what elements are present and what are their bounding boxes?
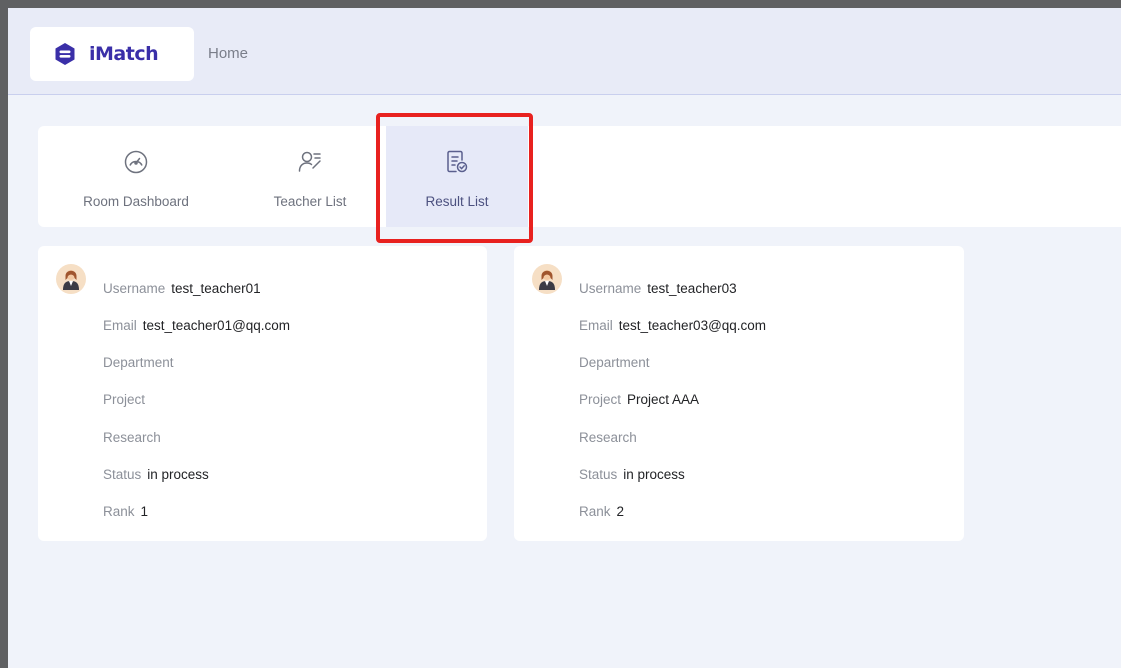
rank-row: Rank 2: [579, 504, 625, 519]
brand-name: iMatch: [89, 43, 159, 65]
result-list-icon: [447, 150, 468, 173]
avatar: [532, 264, 562, 294]
research-row: Research: [579, 430, 637, 445]
status-row: Status in process: [579, 467, 685, 482]
teacher-result-card: Username test_teacher01 Email test_teacher…: [38, 246, 487, 541]
teacher-result-card: Username test_teacher03 Email test_teacher…: [514, 246, 964, 541]
department-row: Department: [103, 355, 174, 370]
nav-result-list[interactable]: Result List: [386, 126, 528, 227]
project-row: Project: [103, 392, 146, 407]
username-row: Username test_teacher03: [579, 281, 737, 296]
nav-label: Teacher List: [273, 194, 347, 209]
research-row: Research: [103, 430, 161, 445]
nav-panel: Room Dashboard Teacher List Result List: [38, 126, 1121, 227]
brand-logo[interactable]: iMatch: [30, 27, 194, 81]
top-bar: iMatch Home: [8, 8, 1121, 95]
department-row: Department: [579, 355, 650, 370]
users-list-icon: [298, 151, 321, 172]
status-row: Status in process: [103, 467, 209, 482]
email-row: Email test_teacher01@qq.com: [103, 318, 291, 333]
nav-room-dashboard[interactable]: Room Dashboard: [62, 126, 210, 227]
nav-teacher-list[interactable]: Teacher List: [250, 126, 370, 227]
project-row: Project Project AAA: [579, 392, 700, 407]
nav-label: Result List: [425, 194, 489, 209]
app-window: iMatch Home Room Dashboard Teacher List: [8, 8, 1121, 668]
rank-row: Rank 1: [103, 504, 149, 519]
email-row: Email test_teacher03@qq.com: [579, 318, 767, 333]
username-row: Username test_teacher01: [103, 281, 261, 296]
gauge-icon: [124, 150, 148, 174]
nav-label: Room Dashboard: [83, 194, 189, 209]
imatch-logo-icon: [55, 43, 75, 65]
avatar: [56, 264, 86, 294]
home-link[interactable]: Home: [208, 45, 248, 62]
